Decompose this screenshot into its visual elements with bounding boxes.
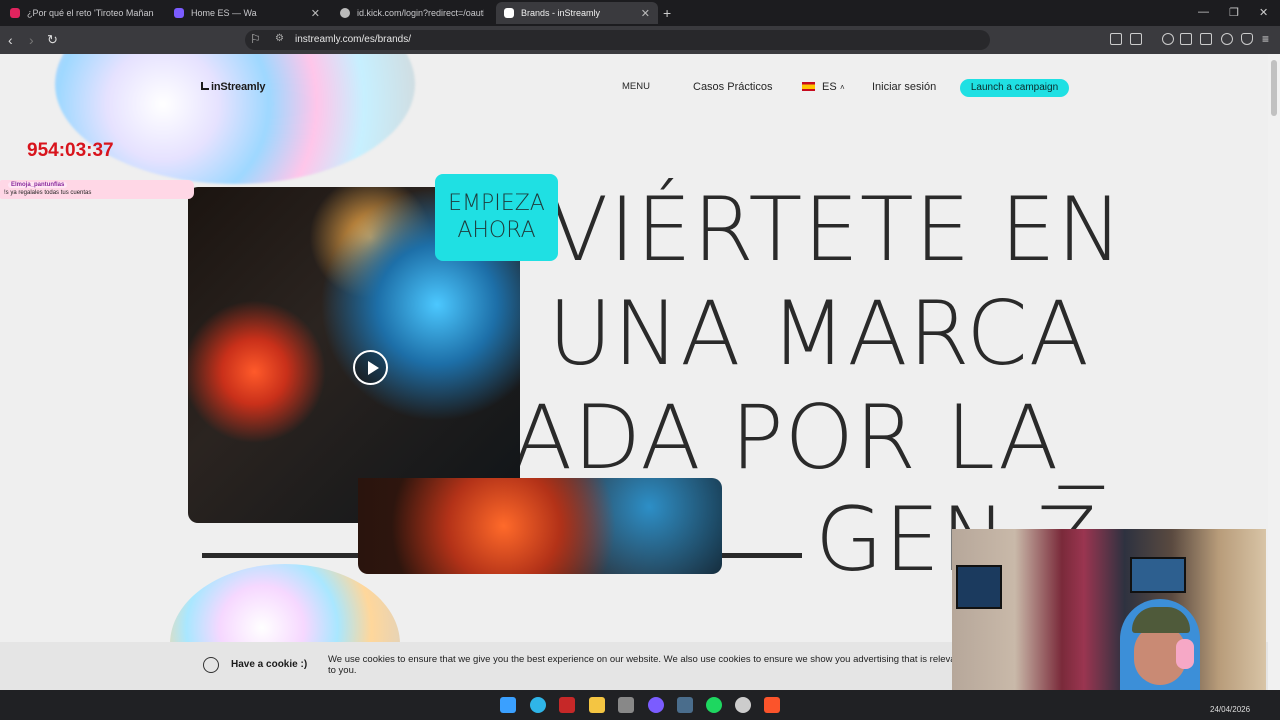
sidebar-icon[interactable]	[1180, 33, 1192, 45]
instreamly-favicon-icon	[504, 8, 514, 18]
edge-icon[interactable]	[530, 697, 546, 713]
shield-icon[interactable]	[1241, 33, 1253, 45]
wallet-icon[interactable]	[1200, 33, 1212, 45]
browser-tab[interactable]: ¿Por qué el reto 'Tiroteo Mañana' tie	[2, 2, 162, 24]
leo-icon[interactable]	[1221, 33, 1233, 45]
play-icon[interactable]	[353, 350, 388, 385]
brave-icon[interactable]	[764, 697, 780, 713]
close-window-icon[interactable]: ✕	[1259, 6, 1268, 19]
bookmark-icon[interactable]: ⚐	[250, 32, 261, 46]
chat-username: Elmoja_pantunflas	[8, 182, 68, 188]
windows-taskbar: 24/04/2026	[0, 690, 1280, 720]
launch-campaign-button[interactable]: Launch a campaign	[960, 79, 1069, 97]
reload-icon[interactable]: ↻	[47, 32, 58, 48]
url-bar[interactable]: ⚐ ⚙ instreamly.com/es/brands/	[245, 30, 990, 50]
start-now-label-2: AHORA	[457, 218, 536, 243]
hero-line-2: UNA MARCA	[548, 282, 1090, 385]
start-now-button[interactable]: EMPIEZA AHORA	[435, 174, 558, 261]
music-icon[interactable]	[1162, 33, 1174, 45]
hero-video-extension[interactable]	[358, 478, 722, 574]
hero-line-3: ADA POR LA_	[512, 386, 1105, 489]
steam-icon[interactable]	[677, 697, 693, 713]
site-logo[interactable]: inStreamly	[201, 81, 265, 93]
chat-text: !s ya regalales todas tus cuentas	[4, 190, 92, 196]
language-selector[interactable]: ES	[822, 81, 837, 93]
webcam-headphones	[1176, 639, 1194, 669]
nav-menu-link[interactable]: MENU	[622, 81, 650, 92]
app-icon[interactable]	[735, 697, 751, 713]
app-icon[interactable]	[559, 697, 575, 713]
tab-title: Home ES — Wa	[191, 8, 257, 18]
spotify-icon[interactable]	[706, 697, 722, 713]
browser-tab-active[interactable]: Brands - inStreamly ✕	[496, 2, 658, 24]
browser-tab[interactable]: id.kick.com/login?redirect=/oauth/a	[332, 2, 492, 24]
hero-line-1: VIÉRTETE EN	[548, 178, 1124, 281]
folder-icon[interactable]	[589, 697, 605, 713]
spain-flag-icon[interactable]	[802, 82, 815, 91]
restore-icon[interactable]: ❐	[1229, 6, 1239, 19]
cookie-icon	[203, 657, 219, 673]
stream-timer: 954:03:37	[27, 140, 114, 161]
browser-tab-bar: ¿Por qué el reto 'Tiroteo Mañana' tie Ho…	[0, 0, 1280, 26]
address-toolbar: ‹ › ↻ ⚐ ⚙ instreamly.com/es/brands/ ≡	[0, 26, 1280, 54]
webcam-overlay	[952, 529, 1266, 705]
scrollbar-thumb[interactable]	[1271, 60, 1277, 116]
discord-icon[interactable]	[648, 697, 664, 713]
close-icon[interactable]: ✕	[311, 7, 320, 20]
chat-message-overlay: Elmoja_pantunflas !s ya regalales todas …	[0, 180, 194, 199]
extensions-icon[interactable]	[1110, 33, 1122, 45]
site-info-icon[interactable]: ⚙	[275, 33, 284, 44]
chevron-up-icon[interactable]: ˄	[840, 83, 845, 92]
webcam-monitor	[1130, 557, 1186, 593]
taskbar-date: 24/04/2026	[1210, 705, 1251, 714]
url-text[interactable]: instreamly.com/es/brands/	[295, 34, 411, 45]
tab-title: Brands - inStreamly	[521, 8, 601, 18]
youtube-icon	[10, 8, 20, 18]
login-link[interactable]: Iniciar sesión	[872, 81, 936, 93]
screenshot-icon[interactable]	[1130, 33, 1142, 45]
cookie-title: Have a cookie :)	[231, 659, 308, 670]
close-icon[interactable]: ✕	[641, 7, 650, 20]
back-icon[interactable]: ‹	[8, 32, 13, 48]
windows-start-icon[interactable]	[500, 697, 516, 713]
nav-cases-link[interactable]: Casos Prácticos	[693, 81, 772, 93]
tab-title: id.kick.com/login?redirect=/oauth/a	[357, 8, 484, 18]
page-scrollbar[interactable]	[1268, 54, 1280, 690]
browser-tab[interactable]: Home ES — Wa ✕	[166, 2, 328, 24]
menu-icon[interactable]: ≡	[1262, 32, 1269, 46]
site-favicon-icon	[174, 8, 184, 18]
decorative-blob	[55, 54, 415, 184]
minimize-icon[interactable]: —	[1198, 6, 1209, 18]
hero-underline	[720, 553, 802, 558]
forward-icon[interactable]: ›	[29, 32, 34, 48]
new-tab-icon[interactable]: +	[663, 5, 671, 21]
app-icon[interactable]	[618, 697, 634, 713]
webcam-monitor	[956, 565, 1002, 609]
cookie-text: We use cookies to ensure that we give yo…	[328, 654, 964, 676]
tab-title: ¿Por qué el reto 'Tiroteo Mañana' tie	[27, 8, 154, 18]
start-now-label-1: EMPIEZA	[448, 191, 545, 216]
hero-underline	[202, 553, 362, 558]
globe-icon	[340, 8, 350, 18]
